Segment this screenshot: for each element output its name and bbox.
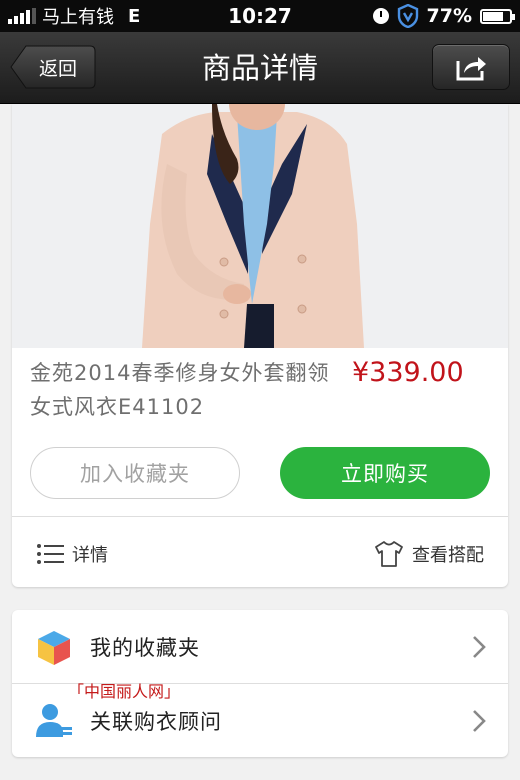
product-price: ¥339.00 (352, 357, 464, 388)
share-icon (456, 57, 486, 81)
add-to-favorites-button[interactable]: 加入收藏夹 (30, 447, 240, 499)
list-item-label: 关联购衣顾问 (90, 709, 222, 734)
battery-icon (480, 8, 515, 24)
share-button[interactable] (432, 44, 510, 90)
shield-icon (397, 4, 418, 28)
advisor-person-icon (36, 703, 72, 737)
product-image[interactable] (12, 104, 508, 348)
buy-now-button[interactable]: 立即购买 (280, 447, 490, 499)
details-link[interactable]: 详情 (36, 537, 108, 571)
status-bar: 马上有钱 E 10:27 77% (0, 0, 520, 32)
product-card: 金苑2014春季修身女外套翻领女式风衣E41102 ¥339.00 加入收藏夹 … (12, 104, 508, 587)
watermark: 「中国丽人网」 (68, 682, 181, 701)
view-outfit-link[interactable]: 查看搭配 (374, 537, 484, 571)
chevron-right-icon (473, 709, 486, 732)
divider (12, 516, 508, 517)
list-item-my-favorites[interactable]: 我的收藏夹 (12, 610, 508, 683)
list-item-label: 我的收藏夹 (90, 635, 200, 660)
nav-bar: 返回 商品详情 (0, 32, 520, 104)
tshirt-icon (375, 541, 403, 567)
chevron-right-icon (473, 635, 486, 658)
list-icon (37, 544, 64, 564)
product-title: 金苑2014春季修身女外套翻领女式风衣E41102 (30, 361, 330, 419)
clock-icon (372, 8, 389, 24)
battery-percent: 77% (426, 5, 472, 27)
view-outfit-label: 查看搭配 (412, 545, 484, 566)
favorites-box-icon (38, 630, 70, 665)
details-label: 详情 (72, 545, 108, 566)
